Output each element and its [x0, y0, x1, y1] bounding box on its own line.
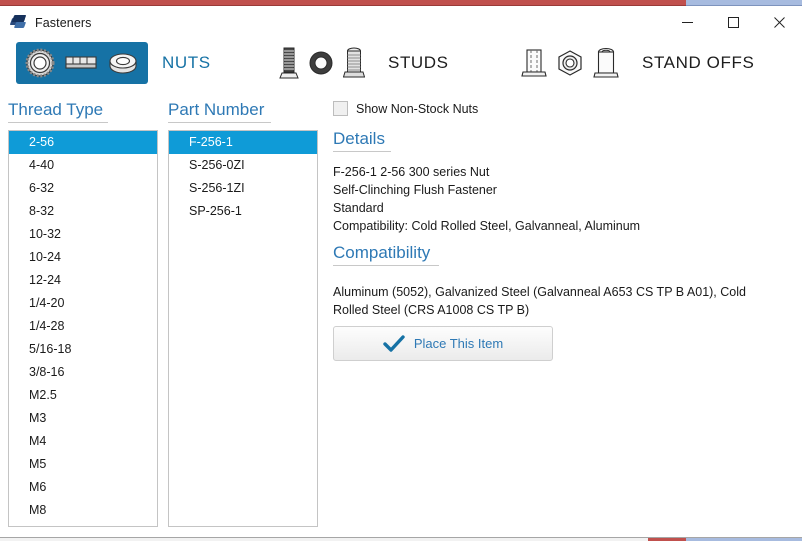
- bottom-color-strip: [0, 537, 802, 541]
- thread-type-item[interactable]: M5: [9, 453, 157, 476]
- window-title: Fasteners: [35, 15, 92, 30]
- tab-studs-label: STUDS: [388, 53, 449, 72]
- details-header-label: Details: [333, 129, 385, 148]
- window-controls: [664, 6, 802, 39]
- fasteners-window: Fasteners NUTS STUDS STAND OFFS Thread T…: [0, 0, 802, 541]
- part-number-list[interactable]: F-256-1 S-256-0ZI S-256-1ZI SP-256-1: [168, 130, 318, 527]
- close-icon[interactable]: [756, 6, 802, 39]
- tab-standoffs-icons: [512, 42, 628, 84]
- hex-barrel-nut-icon: [65, 56, 97, 69]
- part-number-item[interactable]: S-256-1ZI: [169, 177, 317, 200]
- maximize-icon[interactable]: [710, 6, 756, 39]
- thread-type-item[interactable]: 4-40: [9, 154, 157, 177]
- details-line: Compatibility: Cold Rolled Steel, Galvan…: [333, 219, 641, 233]
- thread-type-item[interactable]: 1/4-28: [9, 315, 157, 338]
- hex-standoff-icon: [558, 50, 582, 76]
- part-number-header: Part Number: [168, 100, 271, 123]
- details-line: Self-Clinching Flush Fastener: [333, 183, 497, 197]
- thread-type-item[interactable]: 3/8-16: [9, 361, 157, 384]
- thread-type-item[interactable]: M6: [9, 476, 157, 499]
- details-text: F-256-1 2-56 300 series Nut Self-Clinchin…: [333, 163, 773, 235]
- checkmark-icon: [383, 334, 405, 352]
- thread-type-item[interactable]: 8-32: [9, 200, 157, 223]
- show-non-stock-checkbox-row[interactable]: Show Non-Stock Nuts: [333, 101, 478, 116]
- details-line: F-256-1 2-56 300 series Nut: [333, 165, 490, 179]
- part-number-header-label: Part Number: [168, 100, 265, 119]
- part-number-item[interactable]: SP-256-1: [169, 200, 317, 223]
- flush-washer-nut-icon: [109, 53, 137, 74]
- tab-standoffs[interactable]: STAND OFFS: [512, 42, 754, 84]
- round-standoff-icon: [593, 47, 619, 78]
- thread-type-item[interactable]: M2.5: [9, 384, 157, 407]
- thread-type-item[interactable]: M3: [9, 407, 157, 430]
- minimize-icon[interactable]: [664, 6, 710, 39]
- show-non-stock-label: Show Non-Stock Nuts: [356, 101, 479, 116]
- place-this-item-label: Place This Item: [413, 336, 504, 351]
- tab-studs[interactable]: STUDS: [270, 42, 449, 84]
- thread-type-item[interactable]: 10-24: [9, 246, 157, 269]
- thread-type-item[interactable]: 1/4-20: [9, 292, 157, 315]
- thread-type-list[interactable]: 2-56 4-40 6-32 8-32 10-32 10-24 12-24 1/4-20 1/4…: [8, 130, 158, 527]
- details-header: Details: [333, 129, 391, 152]
- place-this-item-button[interactable]: Place This Item: [333, 326, 553, 361]
- details-line: Standard: [333, 201, 384, 215]
- round-nut-icon: [25, 48, 55, 78]
- title-bar: Fasteners: [0, 6, 802, 39]
- thread-type-header: Thread Type: [8, 100, 108, 123]
- flanged-stud-icon: [343, 47, 365, 78]
- thread-type-item[interactable]: 6-32: [9, 177, 157, 200]
- part-number-item[interactable]: F-256-1: [169, 131, 317, 154]
- square-standoff-icon: [521, 49, 547, 77]
- thread-type-item[interactable]: 12-24: [9, 269, 157, 292]
- threaded-stud-icon: [279, 47, 299, 79]
- compatibility-header-label: Compatibility: [333, 243, 431, 262]
- tab-nuts[interactable]: NUTS: [16, 42, 211, 84]
- fastener-app-icon: [9, 14, 27, 31]
- thread-type-item[interactable]: 10-32: [9, 223, 157, 246]
- category-tab-bar: NUTS STUDS STAND OFFS: [0, 42, 802, 94]
- show-non-stock-checkbox[interactable]: [333, 101, 348, 116]
- tab-studs-icons: [270, 42, 374, 84]
- tab-nuts-icons: [16, 42, 148, 84]
- tab-standoffs-label: STAND OFFS: [642, 53, 755, 72]
- part-number-item[interactable]: S-256-0ZI: [169, 154, 317, 177]
- thread-type-item[interactable]: 2-56: [9, 131, 157, 154]
- thread-type-item[interactable]: 5/16-18: [9, 338, 157, 361]
- thread-type-item[interactable]: M4: [9, 430, 157, 453]
- thread-type-item[interactable]: M8: [9, 499, 157, 522]
- compatibility-header: Compatibility: [333, 243, 439, 266]
- thread-type-header-label: Thread Type: [8, 100, 104, 119]
- ring-stud-icon: [309, 51, 333, 75]
- compatibility-text: Aluminum (5052), Galvanized Steel (Galva…: [333, 285, 746, 317]
- tab-nuts-label: NUTS: [162, 53, 211, 72]
